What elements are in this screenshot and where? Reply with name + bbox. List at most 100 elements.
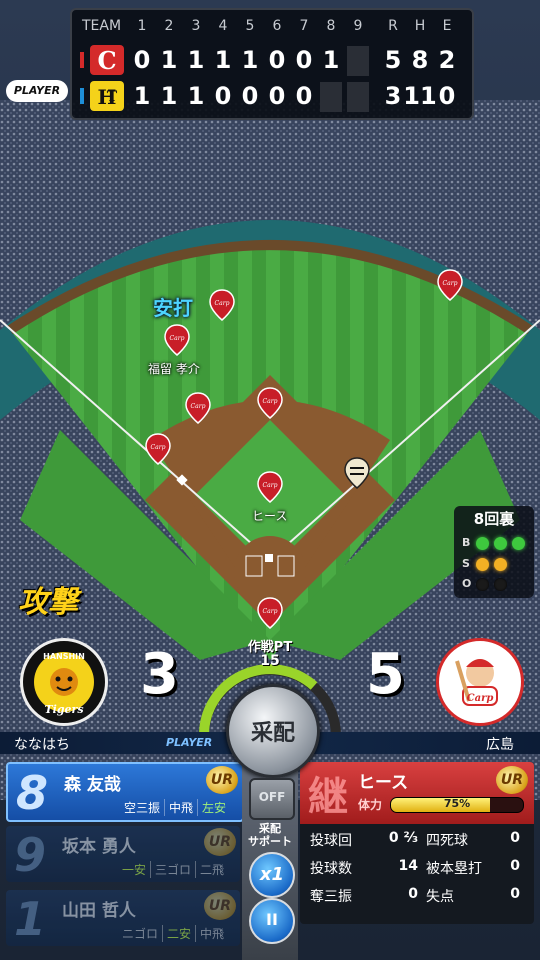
- header-inning: 6: [272, 18, 282, 34]
- hanshin-logo-icon: HT: [90, 81, 124, 111]
- header-inning: 7: [299, 18, 309, 34]
- carp-text: Carp: [467, 693, 494, 704]
- header-runs: R: [388, 18, 398, 34]
- scoreboard-row-away: C 0 1 1 1 1 0 0 1 5 8 2: [72, 44, 472, 78]
- hit-result-label: 安打: [153, 296, 193, 320]
- stamina-value: 75%: [443, 797, 471, 810]
- hits-total: 8: [411, 46, 429, 74]
- at-bat-result: 一安: [121, 863, 146, 877]
- hits-total: 11: [403, 82, 437, 110]
- count-light: [494, 578, 507, 591]
- header-inning: 8: [326, 18, 336, 34]
- hanshin-text: HANSHIN: [43, 652, 85, 661]
- stamina-label: 体力: [358, 798, 383, 812]
- at-bat-result: ニゴロ: [121, 927, 158, 941]
- at-bat-result: 左安: [196, 799, 230, 816]
- rarity-badge-icon: UR: [204, 892, 236, 920]
- batter-stats: ニゴロ 二安 中飛: [118, 925, 228, 942]
- count-light: [476, 578, 489, 591]
- stat-label: 四死球: [426, 833, 468, 849]
- carp-team-emblem: Carp: [436, 638, 524, 726]
- scoreboard-header: TEAM 1 2 3 4 5 6 7 8 9 R H E: [72, 14, 472, 36]
- inning-score: 1: [322, 46, 340, 74]
- header-inning: 4: [218, 18, 228, 34]
- carp-logo-icon: C: [90, 45, 124, 75]
- rarity-badge-icon: UR: [204, 828, 236, 856]
- header-errors: E: [442, 18, 452, 34]
- scoreboard-row-home: HT 1 1 1 0 0 0 0 3 11 0: [72, 80, 472, 114]
- inning-score: 0: [133, 46, 151, 74]
- tactic-points: 作戦PT 15: [236, 636, 304, 669]
- at-bat-result: 三ゴロ: [149, 861, 195, 878]
- svg-text:C: C: [97, 46, 116, 75]
- batter-card[interactable]: 8 森 友哉 UR 空三振 中飛 左安: [6, 762, 244, 822]
- stat-label: 投球回: [310, 833, 352, 849]
- batting-order: 8: [16, 766, 49, 820]
- stat-value: 0: [510, 886, 520, 902]
- empty-inning-box: [347, 82, 369, 112]
- batter-card[interactable]: 1 山田 哲人 UR ニゴロ 二安 中飛: [6, 890, 240, 946]
- stat-value: 0: [510, 858, 520, 874]
- rarity-badge-icon: UR: [496, 766, 528, 794]
- inning-score: 1: [187, 82, 205, 110]
- player-side-tag: PLAYER: [166, 736, 213, 749]
- at-bat-result: 二安: [161, 925, 195, 942]
- stat-value: 0 ⅔: [388, 830, 418, 846]
- errors-total: 0: [438, 82, 456, 110]
- saihai-label: 采配: [250, 721, 295, 746]
- stat-label: 投球数: [310, 861, 352, 877]
- runs-total: 5: [384, 46, 402, 74]
- svg-text:T: T: [107, 89, 118, 105]
- header-team: TEAM: [82, 18, 122, 34]
- count-light: [476, 537, 489, 550]
- header-inning: 1: [137, 18, 147, 34]
- count-light: [476, 558, 489, 571]
- player-team-tag: PLAYER: [6, 80, 68, 102]
- relief-badge: 継: [308, 774, 348, 820]
- inning-score: 1: [133, 82, 151, 110]
- opponent-name: 広島: [486, 737, 514, 753]
- inning-score: 0: [295, 82, 313, 110]
- fielder-name-label: 福留 孝介: [148, 362, 200, 376]
- batting-order: 1: [14, 892, 47, 946]
- pitcher-panel[interactable]: 継 ヒース 体力 75% UR 投球回 0 ⅔ 四死球 0 投球数 14 被本塁…: [300, 762, 534, 924]
- inning-score: 1: [160, 82, 178, 110]
- inning-indicator: 8回裏: [473, 510, 515, 528]
- stat-value: 0: [408, 886, 418, 902]
- at-bat-result: 中飛: [194, 925, 228, 942]
- team-color-bar: [80, 52, 84, 68]
- speed-button[interactable]: x1: [249, 852, 295, 898]
- pitcher-name-label: ヒース: [252, 509, 288, 523]
- header-inning: 3: [191, 18, 201, 34]
- at-bat-result: 二飛: [194, 861, 228, 878]
- strikes-label: S: [462, 557, 470, 570]
- attack-badge: 攻撃: [18, 585, 78, 620]
- away-score: 5: [366, 642, 405, 707]
- stamina-bar: 75%: [390, 797, 524, 813]
- header-inning: 9: [353, 18, 363, 34]
- inning-score: 1: [187, 46, 205, 74]
- pitcher-header: 継 ヒース 体力 75% UR: [300, 762, 534, 824]
- empty-inning-box: [347, 46, 369, 76]
- team-color-bar: [80, 88, 84, 104]
- pitcher-stat-row: 奪三振 0 失点 0: [310, 886, 528, 910]
- support-toggle[interactable]: OFF: [249, 778, 295, 820]
- saihai-button[interactable]: 采配: [226, 684, 320, 778]
- stat-label: 被本塁打: [426, 861, 482, 877]
- header-hits: H: [414, 18, 426, 34]
- batter-name: 山田 哲人: [62, 901, 136, 921]
- inning-score: 0: [214, 82, 232, 110]
- hanshin-team-emblem: HANSHIN Tigers: [20, 638, 108, 726]
- stat-label: 奪三振: [310, 889, 352, 905]
- inning-score: 1: [160, 46, 178, 74]
- inning-score: 0: [268, 82, 286, 110]
- pause-button[interactable]: II: [249, 898, 295, 944]
- header-inning: 5: [245, 18, 255, 34]
- stat-label: 失点: [426, 889, 454, 905]
- count-light: [494, 537, 507, 550]
- stat-value: 0: [510, 830, 520, 846]
- inning-score: 1: [241, 46, 259, 74]
- scoreboard: TEAM 1 2 3 4 5 6 7 8 9 R H E C 0 1 1 1 1…: [70, 8, 474, 120]
- game-screen: TEAM 1 2 3 4 5 6 7 8 9 R H E C 0 1 1 1 1…: [0, 0, 540, 960]
- batter-card[interactable]: 9 坂本 勇人 UR 一安 三ゴロ 二飛: [6, 826, 240, 882]
